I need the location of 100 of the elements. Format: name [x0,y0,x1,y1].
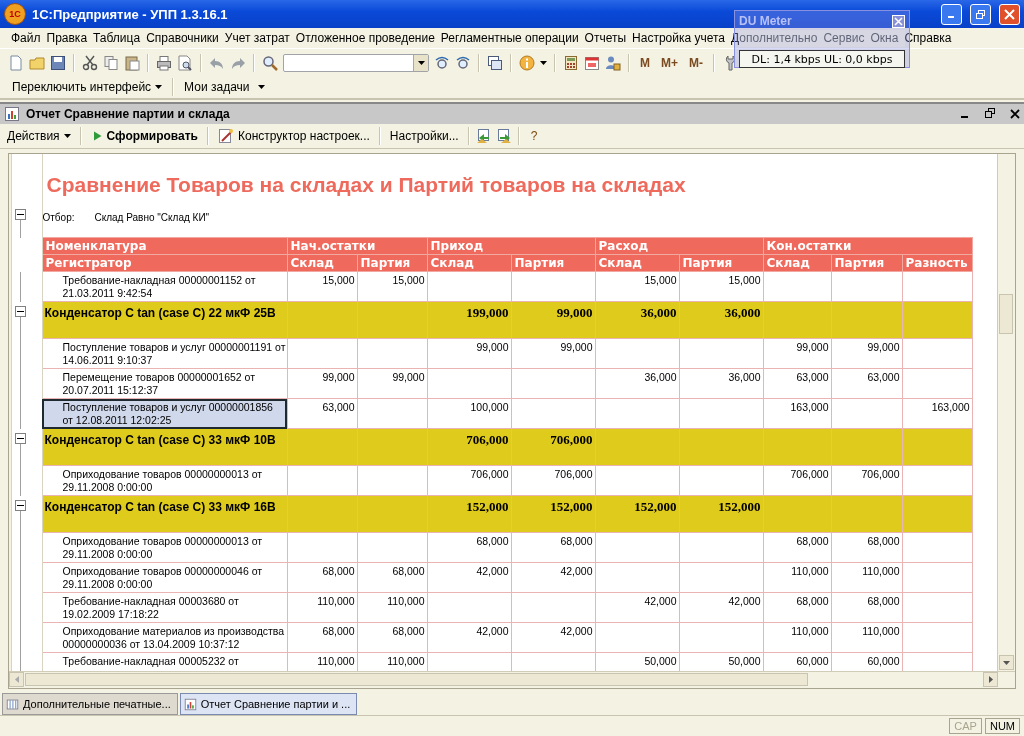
menu-item[interactable]: Отчеты [581,31,630,45]
load-settings-icon[interactable] [475,128,492,144]
number-cell: 110,000 [763,562,831,593]
memory-button[interactable]: M [637,55,653,70]
menu-item[interactable]: Регламентные операции [437,31,582,45]
group-name-cell[interactable]: Конденсатор C tan (case C) 33 мкФ 10В [42,428,287,466]
settings-button[interactable]: Настройки... [386,128,462,144]
generate-button[interactable]: Сформировать [87,128,201,144]
number-cell: 68,000 [357,562,427,593]
copy-icon[interactable] [103,54,119,71]
designer-button[interactable]: Конструктор настроек... [215,127,373,145]
document-cell[interactable]: Оприходование материалов из производства 00000000036 от 13.04.2009 10:37:12 [42,622,287,653]
number-cell: 152,000 [427,495,511,533]
caret-icon[interactable] [63,134,71,138]
search-icon[interactable] [262,54,278,71]
print-preview-icon[interactable] [177,54,193,71]
memory-button[interactable]: M- [686,55,706,70]
menu-item[interactable]: Учет затрат [221,31,293,45]
document-cell[interactable]: Поступление товаров и услуг 00000001191 от 14.06.2011 9:10:37 [42,338,287,369]
group-name-cell[interactable]: Конденсатор C tan (case C) 22 мкФ 25В [42,301,287,339]
number-cell: 36,000 [679,301,763,339]
window-tab[interactable]: Дополнительные печатные... [2,693,178,715]
document-cell[interactable]: Требование-накладная 00003680 от 19.02.2009 17:18:22 [42,592,287,623]
paste-icon[interactable] [124,54,140,71]
document-cell[interactable]: Оприходование товаров 00000000013 от 29.11.2008 0:00:00 [42,465,287,496]
number-cell: 68,000 [287,562,357,593]
calendar-icon[interactable] [584,54,600,71]
my-tasks-button[interactable]: Мои задачи [180,80,254,94]
scissors-icon[interactable] [82,54,98,71]
number-cell: 706,000 [511,428,595,466]
number-cell: 706,000 [763,465,831,496]
user-lock-icon[interactable] [605,54,621,71]
menu-item[interactable]: Правка [43,31,91,45]
close-button[interactable] [999,3,1020,25]
caret-icon[interactable] [417,60,425,65]
down-arrow-icon[interactable] [1003,660,1010,665]
menu-item[interactable]: Файл [8,31,44,45]
menu-item[interactable]: Настройка учета [629,31,729,45]
menu-item[interactable]: Таблица [90,31,144,45]
menu-item[interactable]: Сервис [820,31,868,45]
report-title: Сравнение Товаров на складах и Партий товаров на складах [45,172,687,198]
meter-title: DU Meter [739,14,792,28]
report-icon[interactable] [183,697,197,711]
document-cell[interactable]: Оприходование товаров 00000000046 от 29.11.2008 0:00:00 [42,562,287,593]
caret-icon[interactable] [540,60,547,65]
document-cell[interactable]: Перемещение товаров 00000001652 от 20.07.2011 15:12:37 [42,368,287,399]
info-icon[interactable] [519,54,535,71]
menu-item[interactable]: Справочники [143,31,222,45]
number-cell: 63,000 [763,368,831,399]
save-settings-icon[interactable] [495,128,512,144]
scrollbar-thumb[interactable] [999,294,1013,334]
meter-reading: DL: 1,4 kbps UL: 0,0 kbps [739,50,905,68]
column-group-header: Кон.остатки [763,237,973,255]
restore-icon[interactable] [984,106,996,119]
number-cell: 68,000 [511,532,595,563]
document-cell[interactable]: Поступление товаров и услуг 00000001856 от 12.08.2011 12:02:25 [42,398,287,429]
number-cell: 110,000 [763,622,831,653]
printer-icon[interactable] [156,54,172,71]
table-icon[interactable] [6,697,19,711]
switch-interface-button[interactable]: Переключить интерфейс [8,80,167,94]
document-cell[interactable]: Требование-накладная 00000001152 от 21.03.2011 9:42:54 [42,271,287,302]
number-cell: 152,000 [679,495,763,533]
help-button[interactable]: ? [525,127,543,145]
status-indicator: NUM [984,718,1020,734]
caret-icon[interactable] [257,85,265,89]
column-group-header: Расход [595,237,763,255]
windows-icon[interactable] [487,54,503,71]
calculator-icon[interactable] [563,54,579,71]
horizontal-scrollbar[interactable] [9,671,1015,688]
column-group-header: Номенклатура [42,237,287,255]
number-cell: 68,000 [287,622,357,653]
menu-item[interactable]: Окна [867,31,902,45]
find-previous-icon[interactable] [455,54,471,71]
number-cell: 110,000 [831,622,902,653]
app-logo: 1С [4,3,26,25]
group-name-cell[interactable]: Конденсатор C tan (case C) 33 мкФ 16В [42,495,287,533]
caret-icon[interactable] [155,85,163,89]
search-field[interactable] [283,53,429,72]
right-arrow-icon[interactable] [988,676,993,683]
menu-item[interactable]: Отложенное проведение [292,31,438,45]
number-cell: 36,000 [595,301,679,339]
actions-menu-button[interactable]: Действия [4,128,74,144]
number-cell: 68,000 [357,622,427,653]
filter-label: Отбор: [42,212,75,223]
close-icon[interactable] [1010,108,1020,119]
vertical-scrollbar[interactable] [997,154,1015,671]
number-cell: 99,000 [357,368,427,399]
number-cell: 99,000 [511,301,595,339]
scrollbar-thumb[interactable] [25,673,808,686]
wand-icon[interactable] [218,128,234,144]
report-window-title: Отчет Сравнение партии и склада [26,107,231,121]
minimize-button[interactable] [941,3,962,25]
save-icon[interactable] [50,54,66,71]
memory-button[interactable]: M+ [658,55,681,70]
number-cell: 63,000 [831,368,902,399]
window-tab[interactable]: Отчет Сравнение партии и ... [179,693,358,715]
find-next-icon[interactable] [434,54,450,71]
restore-button[interactable] [970,3,991,25]
document-cell[interactable]: Оприходование товаров 00000000013 от 29.11.2008 0:00:00 [42,532,287,563]
menu-item[interactable]: Справка [901,31,955,45]
